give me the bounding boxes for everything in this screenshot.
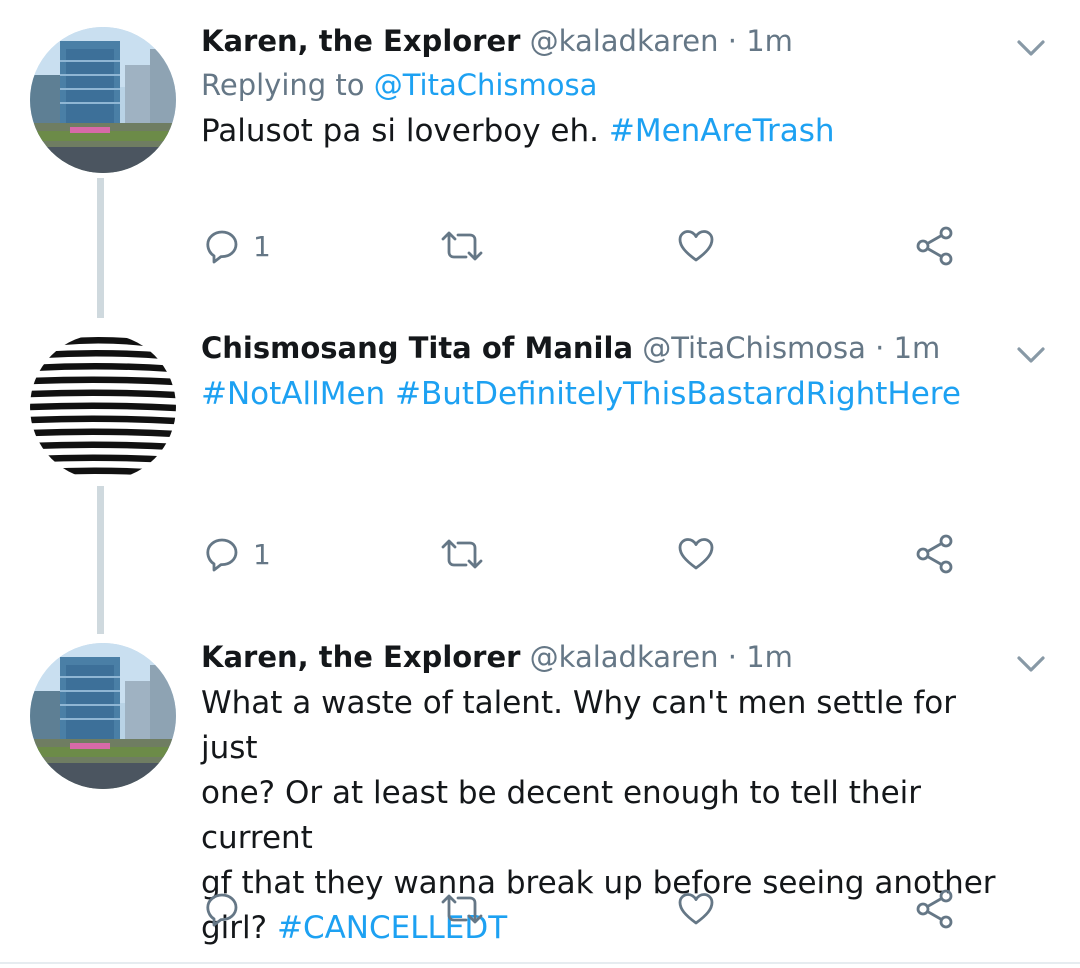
like-button[interactable] (677, 887, 715, 931)
tweet-text: #NotAllMen #ButDefinitelyThisBastardRigh… (201, 372, 1010, 417)
retweet-button[interactable] (440, 887, 484, 931)
like-icon (678, 893, 714, 925)
tweet-actions: 1 (0, 224, 1080, 268)
share-icon (916, 226, 953, 266)
tweet-text-line: What a waste of talent. Why can't men se… (201, 685, 957, 766)
tweet-actions: 1 (0, 532, 1080, 576)
reply-icon (206, 893, 238, 927)
share-button[interactable] (914, 887, 956, 931)
reply-icon (206, 538, 238, 572)
avatar-karen[interactable] (30, 643, 176, 789)
like-icon (678, 230, 714, 262)
tweet-3[interactable]: Karen, the Explorer @kaladkaren · 1m Wha… (0, 610, 1080, 962)
bottom-divider (0, 962, 1080, 964)
tweet-1[interactable]: Karen, the Explorer @kaladkaren · 1m Rep… (0, 0, 1080, 300)
timestamp[interactable]: 1m (746, 24, 793, 58)
avatar-titachismosa[interactable] (30, 334, 176, 480)
like-icon (678, 538, 714, 570)
separator: · (727, 24, 737, 58)
reply-count: 1 (253, 229, 271, 263)
chevron-down-icon[interactable] (1016, 38, 1046, 58)
author-name[interactable]: Karen, the Explorer (201, 24, 520, 58)
tweet-actions (0, 887, 1080, 931)
author-name[interactable]: Chismosang Tita of Manila (201, 331, 633, 365)
retweet-button[interactable] (440, 532, 484, 576)
hashtag-link[interactable]: #MenAreTrash (609, 113, 835, 149)
like-button[interactable] (677, 224, 715, 268)
share-icon (916, 534, 953, 574)
tweet-text: Palusot pa si loverboy eh. #MenAreTrash (201, 109, 1010, 154)
share-icon (916, 889, 953, 929)
avatar-karen[interactable] (30, 27, 176, 173)
separator: · (727, 640, 737, 674)
tweet-header: Karen, the Explorer @kaladkaren · 1m (201, 637, 1010, 677)
author-handle[interactable]: @kaladkaren (530, 24, 719, 58)
chevron-down-icon[interactable] (1016, 345, 1046, 365)
share-button[interactable] (914, 224, 956, 268)
reply-button[interactable]: 1 (203, 224, 271, 268)
reply-icon (206, 230, 238, 264)
retweet-icon (441, 231, 483, 261)
tweet-header: Karen, the Explorer @kaladkaren · 1m (201, 21, 1010, 61)
author-name[interactable]: Karen, the Explorer (201, 640, 520, 674)
like-button[interactable] (677, 532, 715, 576)
retweet-button[interactable] (440, 224, 484, 268)
replying-to: Replying to @TitaChismosa (201, 61, 1010, 109)
tweet-2[interactable]: Chismosang Tita of Manila @TitaChismosa … (0, 300, 1080, 610)
author-handle[interactable]: @kaladkaren (530, 640, 719, 674)
reply-count: 1 (253, 537, 271, 571)
share-button[interactable] (914, 532, 956, 576)
tweet-header: Chismosang Tita of Manila @TitaChismosa … (201, 328, 1010, 368)
separator: · (875, 331, 885, 365)
timestamp[interactable]: 1m (894, 331, 941, 365)
hashtag-link[interactable]: #NotAllMen #ButDefinitelyThisBastardRigh… (201, 376, 961, 412)
timestamp[interactable]: 1m (746, 640, 793, 674)
mention-link[interactable]: @TitaChismosa (374, 68, 598, 102)
tweet-text-line: one? Or at least be decent enough to tel… (201, 775, 921, 856)
reply-button[interactable]: 1 (203, 532, 271, 576)
tweet-text-content: Palusot pa si loverboy eh. (201, 113, 599, 149)
replying-to-label: Replying to (201, 68, 365, 102)
author-handle[interactable]: @TitaChismosa (642, 331, 866, 365)
retweet-icon (441, 539, 483, 569)
chevron-down-icon[interactable] (1016, 654, 1046, 674)
retweet-icon (441, 894, 483, 924)
reply-button[interactable] (203, 887, 253, 931)
